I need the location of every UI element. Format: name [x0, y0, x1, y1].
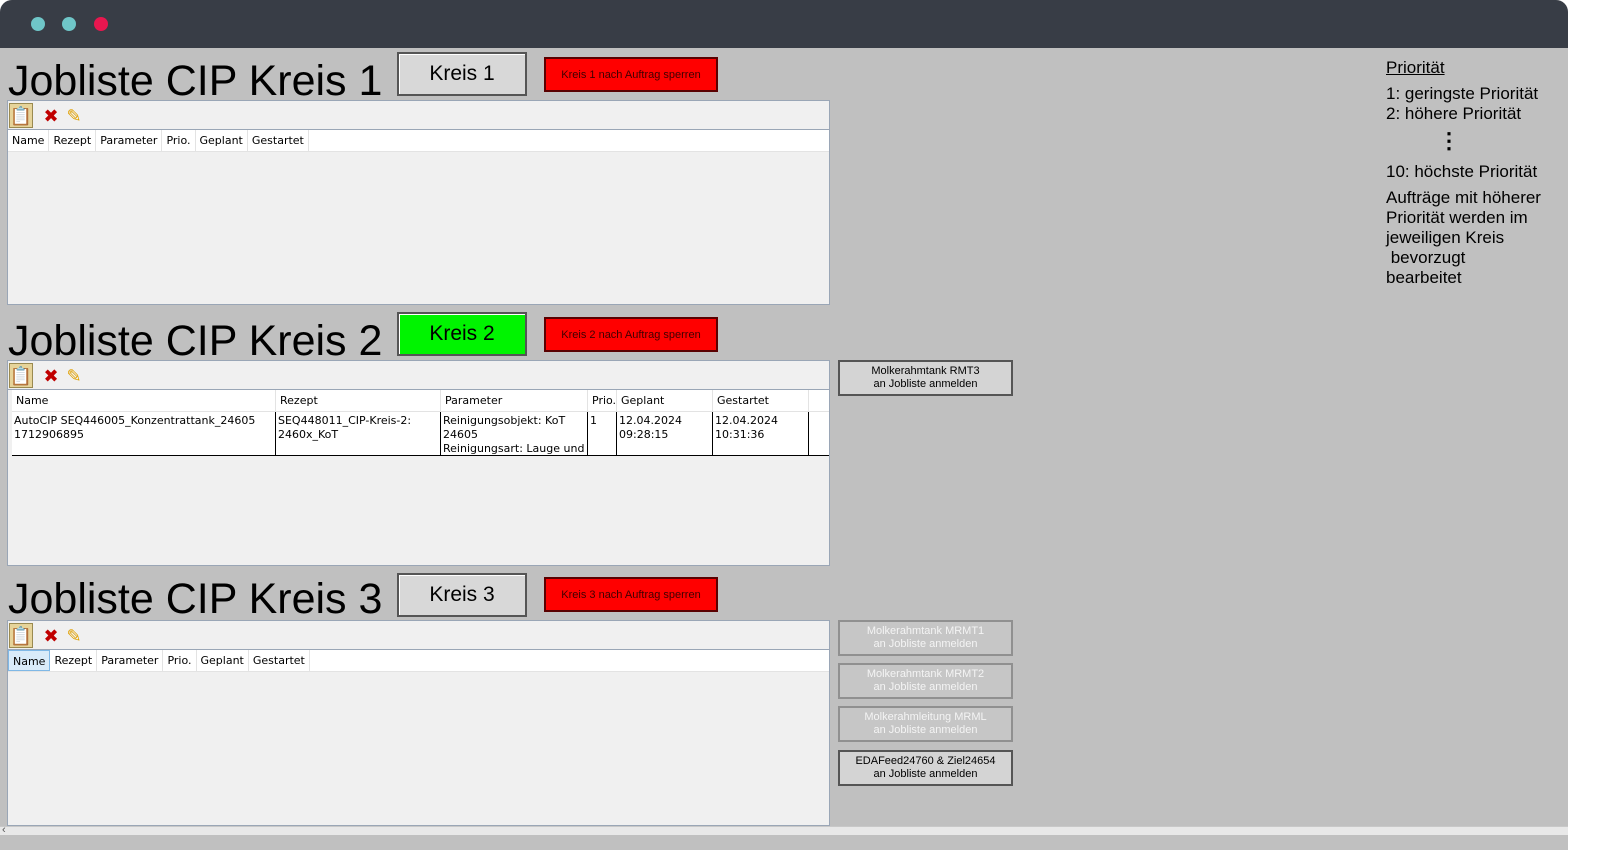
window-control-dot-3[interactable]	[94, 17, 108, 31]
register-mrml-button[interactable]: Molkerahmleitung MRML an Jobliste anmeld…	[838, 706, 1013, 742]
register-eda-label-1: EDAFeed24760 & Ziel24654	[855, 755, 996, 767]
kreis1-title: Jobliste CIP Kreis 1	[8, 57, 383, 105]
kreis1-header-row: Name Rezept Parameter Prio. Geplant Gest…	[8, 130, 829, 152]
cell-prio: 1	[588, 412, 617, 455]
legend-note-5: bearbeitet	[1386, 268, 1462, 287]
clipboard-icon[interactable]: 📋	[9, 103, 33, 128]
kreis1-toolbar: 📋 ✖ ✎	[8, 101, 829, 129]
cell-rezept: SEQ448011_CIP-Kreis-2: 2460x_KoT	[276, 412, 441, 455]
register-eda-button[interactable]: EDAFeed24760 & Ziel24654 an Jobliste anm…	[838, 750, 1013, 786]
table-row[interactable]: AutoCIP SEQ446005_Konzentrattank_24605 1…	[12, 412, 829, 456]
delete-icon[interactable]: ✖	[39, 103, 63, 128]
column-header-name[interactable]: Name	[12, 390, 276, 411]
column-header-prio[interactable]: Prio.	[162, 130, 196, 151]
column-header-prio[interactable]: Prio.	[163, 650, 197, 671]
column-header-name[interactable]: Name	[8, 650, 51, 671]
delete-icon[interactable]: ✖	[39, 623, 63, 648]
edit-pencil-icon[interactable]: ✎	[62, 623, 86, 648]
kreis2-toolbar: 📋 ✖ ✎	[8, 361, 829, 389]
cell-gestartet: 12.04.2024 10:31:36	[713, 412, 809, 455]
register-eda-label-2: an Jobliste anmelden	[873, 768, 978, 780]
legend-line-1: 1: geringste Priorität	[1386, 84, 1539, 103]
kreis2-job-grid[interactable]: Name Rezept Parameter Prio. Geplant Gest…	[8, 389, 829, 565]
scroll-left-icon[interactable]: ‹	[2, 824, 6, 836]
column-header-parameter[interactable]: Parameter	[97, 650, 164, 671]
kreis2-header-row: Name Rezept Parameter Prio. Geplant Gest…	[12, 390, 829, 412]
register-rmt3-label-2: an Jobliste anmelden	[873, 378, 978, 390]
legend-line-3: 10: höchste Priorität	[1386, 162, 1538, 181]
horizontal-scrollbar[interactable]: ‹	[0, 824, 1568, 836]
kreis3-header-row: Name Rezept Parameter Prio. Geplant Gest…	[8, 650, 829, 672]
register-mrmt1-label-2: an Jobliste anmelden	[873, 638, 978, 650]
kreis3-button[interactable]: Kreis 3	[397, 573, 527, 617]
cell-geplant: 12.04.2024 09:28:15	[617, 412, 713, 455]
register-mrmt1-label-1: Molkerahmtank MRMT1	[866, 625, 985, 637]
kreis2-button[interactable]: Kreis 2	[397, 312, 527, 356]
register-mrmt2-label-1: Molkerahmtank MRMT2	[866, 668, 985, 680]
column-header-geplant[interactable]: Geplant	[617, 390, 713, 411]
kreis3-lock-button[interactable]: Kreis 3 nach Auftrag sperren	[544, 577, 718, 612]
column-header-geplant[interactable]: Geplant	[196, 130, 248, 151]
register-mrmt2-label-2: an Jobliste anmelden	[873, 681, 978, 693]
legend-note-3: jeweiligen Kreis	[1386, 228, 1505, 247]
kreis2-joblist-panel: 📋 ✖ ✎ Name Rezept Parameter Prio. Geplan…	[7, 360, 830, 566]
kreis2-title: Jobliste CIP Kreis 2	[8, 317, 383, 365]
legend-title: Priorität	[1386, 58, 1445, 77]
kreis3-job-grid[interactable]: Name Rezept Parameter Prio. Geplant Gest…	[8, 649, 829, 825]
register-mrmt1-button[interactable]: Molkerahmtank MRMT1 an Jobliste anmelden	[838, 620, 1013, 656]
main-content: Jobliste CIP Kreis 1 Kreis 1 Kreis 1 nac…	[0, 48, 1568, 826]
edit-pencil-icon[interactable]: ✎	[62, 363, 86, 388]
kreis2-lock-button[interactable]: Kreis 2 nach Auftrag sperren	[544, 317, 718, 352]
column-header-parameter[interactable]: Parameter	[96, 130, 163, 151]
kreis1-button[interactable]: Kreis 1	[397, 52, 527, 96]
kreis3-title: Jobliste CIP Kreis 3	[8, 575, 383, 623]
kreis1-job-grid[interactable]: Name Rezept Parameter Prio. Geplant Gest…	[8, 129, 829, 304]
column-header-parameter[interactable]: Parameter	[441, 390, 588, 411]
legend-note-4: bevorzugt	[1386, 248, 1466, 267]
kreis1-lock-button[interactable]: Kreis 1 nach Auftrag sperren	[544, 57, 718, 92]
window-control-dot-2[interactable]	[62, 17, 76, 31]
cell-parameter: Reinigungsobjekt: KoT 24605 Reinigungsar…	[441, 412, 588, 455]
delete-icon[interactable]: ✖	[39, 363, 63, 388]
clipboard-icon[interactable]: 📋	[9, 363, 33, 388]
column-header-geplant[interactable]: Geplant	[197, 650, 249, 671]
window-control-dot-1[interactable]	[31, 17, 45, 31]
kreis1-joblist-panel: 📋 ✖ ✎ Name Rezept Parameter Prio. Geplan…	[7, 100, 830, 305]
column-header-gestartet[interactable]: Gestartet	[248, 130, 309, 151]
cell-name: AutoCIP SEQ446005_Konzentrattank_24605 1…	[12, 412, 276, 455]
column-header-rezept[interactable]: Rezept	[276, 390, 441, 411]
column-header-gestartet[interactable]: Gestartet	[249, 650, 310, 671]
register-rmt3-label-1: Molkerahmtank RMT3	[871, 365, 980, 377]
edit-pencil-icon[interactable]: ✎	[62, 103, 86, 128]
column-header-gestartet[interactable]: Gestartet	[713, 390, 809, 411]
column-header-name[interactable]: Name	[8, 130, 50, 151]
kreis3-toolbar: 📋 ✖ ✎	[8, 621, 829, 649]
app-window: Jobliste CIP Kreis 1 Kreis 1 Kreis 1 nac…	[0, 0, 1568, 850]
legend-line-2: 2: höhere Priorität	[1386, 104, 1522, 123]
column-header-prio[interactable]: Prio.	[588, 390, 617, 411]
legend-note-2: Priorität werden im	[1386, 208, 1528, 227]
clipboard-icon[interactable]: 📋	[9, 623, 33, 648]
title-bar	[0, 0, 1568, 48]
legend-note-1: Aufträge mit höherer	[1386, 188, 1541, 207]
register-mrml-label-2: an Jobliste anmelden	[873, 724, 978, 736]
register-mrmt2-button[interactable]: Molkerahmtank MRMT2 an Jobliste anmelden	[838, 663, 1013, 699]
kreis3-joblist-panel: 📋 ✖ ✎ Name Rezept Parameter Prio. Geplan…	[7, 620, 830, 826]
register-mrml-label-1: Molkerahmleitung MRML	[864, 711, 987, 723]
legend-ellipsis: ⋮	[1438, 128, 1460, 153]
column-header-rezept[interactable]: Rezept	[50, 650, 98, 671]
column-header-rezept[interactable]: Rezept	[49, 130, 97, 151]
priority-legend: Priorität 1: geringste Priorität 2: höhe…	[1386, 58, 1561, 288]
register-rmt3-button[interactable]: Molkerahmtank RMT3 an Jobliste anmelden	[838, 360, 1013, 396]
